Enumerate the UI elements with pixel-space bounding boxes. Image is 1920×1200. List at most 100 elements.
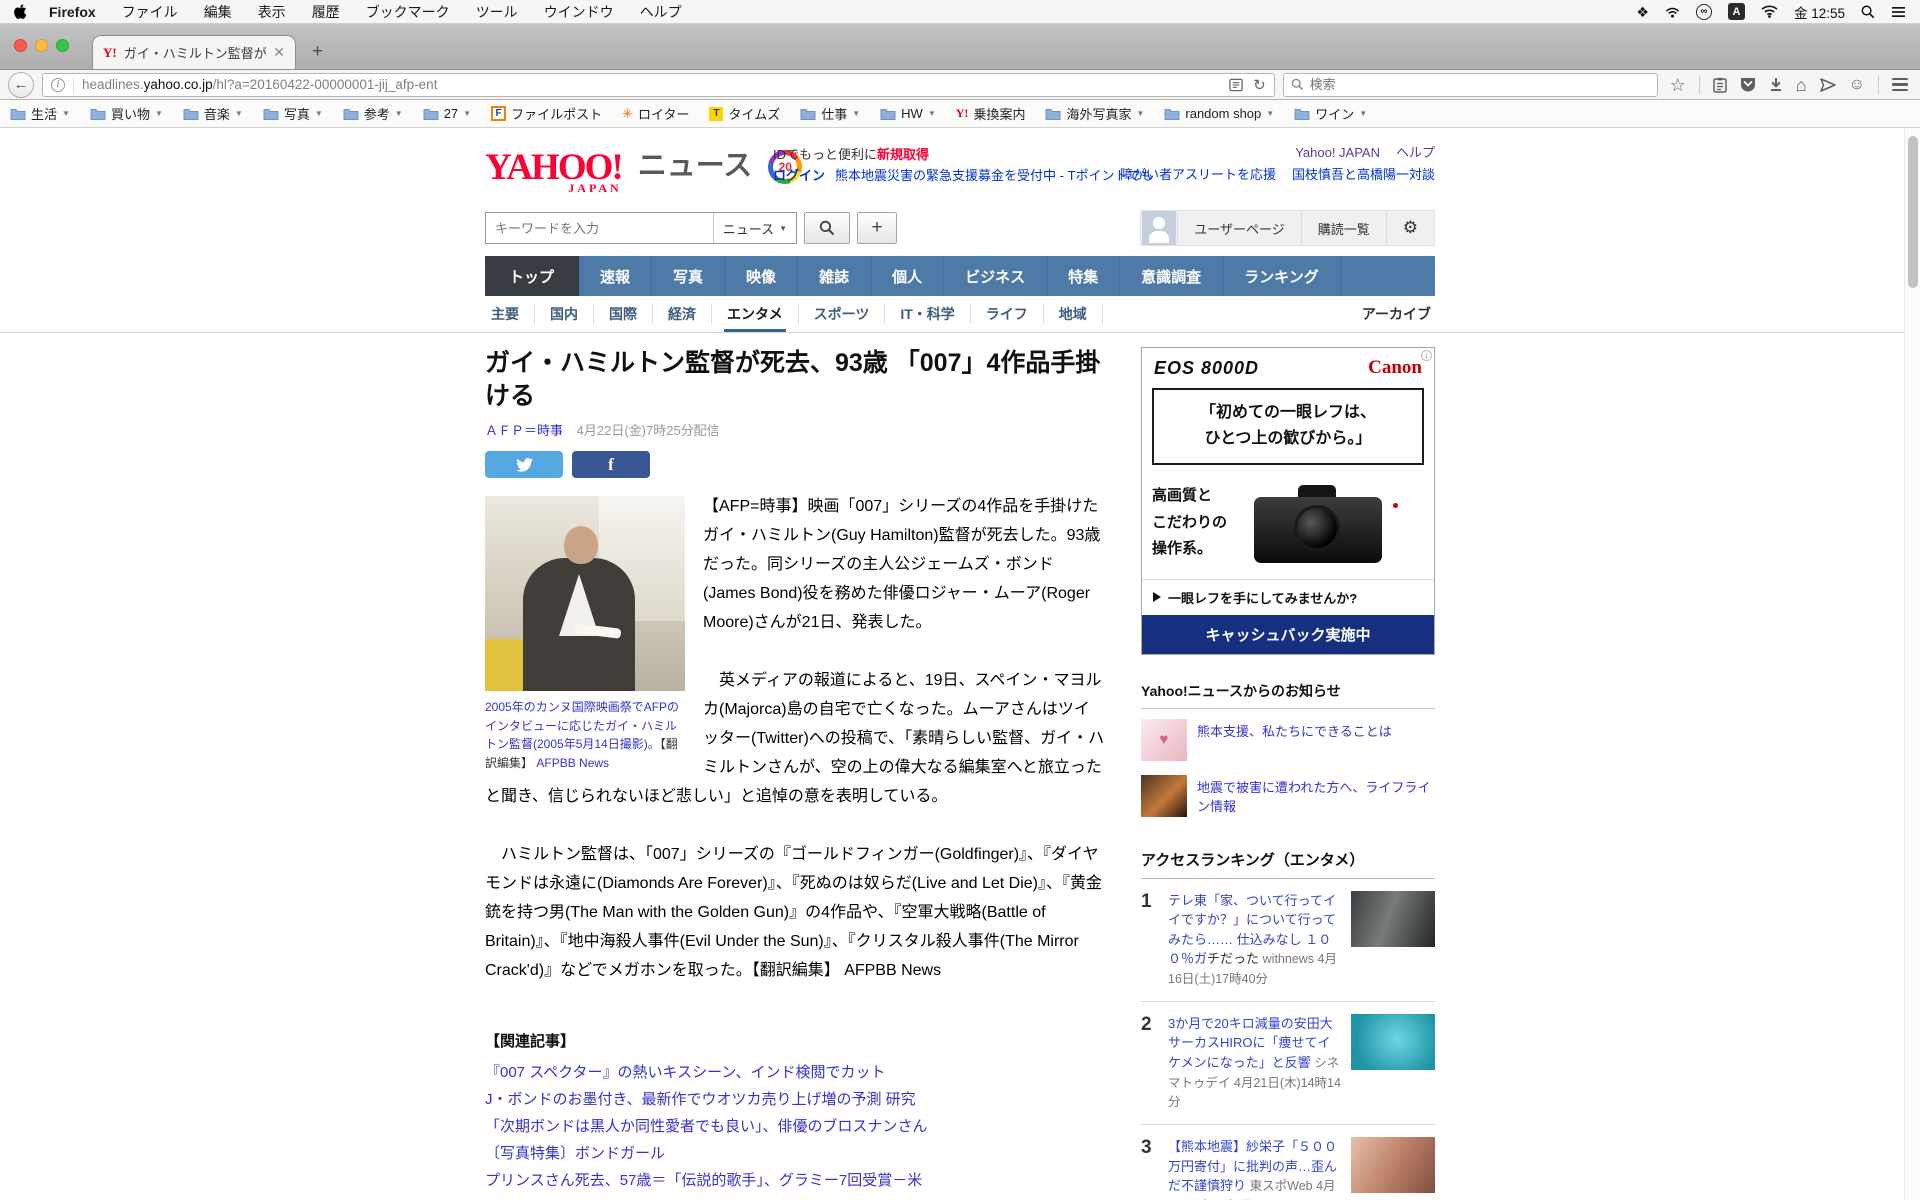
notice-link[interactable]: 地震で被害に遭われた方へ、ライフライン情報 — [1197, 775, 1435, 817]
related-link[interactable]: 〔写真特集〕ボンドガール — [485, 1140, 1105, 1167]
scrollbar-thumb[interactable] — [1908, 136, 1918, 288]
spotlight-icon[interactable] — [1861, 5, 1875, 19]
bookmark-star-icon[interactable]: ☆ — [1670, 76, 1686, 94]
userpage-link[interactable]: ユーザーページ — [1177, 211, 1300, 245]
yahoo-japan-logo[interactable]: YAHOO! JAPAN — [485, 151, 622, 184]
bookmark-folder-photo[interactable]: 写真▼ — [263, 104, 323, 123]
tab-top[interactable]: トップ — [485, 256, 579, 296]
caption-source-link[interactable]: AFPBB News — [536, 756, 609, 770]
facebook-share-button[interactable]: f — [572, 451, 650, 478]
subnav-entertainment[interactable]: エンタメ — [712, 304, 799, 324]
tab-personal[interactable]: 個人 — [871, 256, 944, 296]
tab-business[interactable]: ビジネス — [944, 256, 1047, 296]
feedback-smiley-icon[interactable]: ☺ — [1849, 77, 1865, 93]
ranking-thumbnail[interactable] — [1351, 1137, 1435, 1193]
subnav-sports[interactable]: スポーツ — [799, 304, 886, 324]
close-window-button[interactable] — [14, 39, 27, 52]
apple-menu-icon[interactable] — [14, 4, 27, 19]
menubar-item-view[interactable]: 表示 — [258, 2, 286, 22]
article-photo[interactable] — [485, 496, 685, 691]
ad-cashback-banner[interactable]: キャッシュバック実施中 — [1142, 615, 1434, 654]
twitter-share-button[interactable] — [485, 451, 563, 478]
creative-cloud-icon[interactable]: ∞ — [1696, 4, 1712, 20]
minimize-window-button[interactable] — [35, 39, 48, 52]
search-submit-button[interactable] — [804, 212, 850, 244]
tab-sokuho[interactable]: 速報 — [579, 256, 652, 296]
register-link[interactable]: 新規取得 — [877, 147, 929, 162]
athlete-support-link[interactable]: 障がい者アスリートを応援 — [1120, 167, 1276, 182]
tab-ranking[interactable]: ランキング — [1223, 256, 1341, 296]
input-method-icon[interactable]: A — [1728, 3, 1745, 20]
pocket-icon[interactable] — [1740, 77, 1756, 92]
yahoo-japan-link[interactable]: Yahoo! JAPAN — [1295, 145, 1380, 160]
avatar[interactable] — [1142, 211, 1176, 245]
related-link[interactable]: 『007 スペクター』の熱いキスシーン、インド検閲でカット — [485, 1059, 1105, 1086]
article-source-link[interactable]: ＡＦＰ＝時事 — [485, 423, 563, 438]
bookmark-folder-shopping[interactable]: 買い物▼ — [90, 104, 163, 123]
subnav-local[interactable]: 地域 — [1044, 304, 1103, 324]
notice-thumbnail[interactable] — [1141, 775, 1187, 817]
login-link[interactable]: ログイン — [773, 168, 825, 183]
subscriptions-link[interactable]: 購読一覧 — [1301, 211, 1386, 245]
url-bar[interactable]: i headlines.yahoo.co.jp/hl?a=20160422-00… — [42, 73, 1275, 97]
site-info-icon[interactable]: i — [51, 78, 65, 92]
menubar-item-window[interactable]: ウインドウ — [544, 2, 614, 22]
keyboard-wifi-icon[interactable] — [1665, 6, 1680, 18]
subnav-life[interactable]: ライフ — [971, 304, 1044, 324]
related-link[interactable]: 「次期ボンドは黒人か同性愛者でも良い」、俳優のブロスナンさん — [485, 1113, 1105, 1140]
bookmark-reuters[interactable]: ✳ロイター — [622, 104, 689, 123]
url-text[interactable]: headlines.yahoo.co.jp/hl?a=20160422-0000… — [82, 77, 1221, 92]
news-logo-label[interactable]: ニュース — [638, 142, 753, 184]
photo-caption-link[interactable]: 2005年のカンヌ国際映画祭でAFPのインタビューに応じたガイ・ハミルトン監督(… — [485, 700, 679, 751]
notice-link[interactable]: 熊本支援、私たちにできることは — [1197, 719, 1392, 742]
bookmark-folder-27[interactable]: 27▼ — [423, 106, 471, 121]
tab-special[interactable]: 特集 — [1047, 256, 1120, 296]
ad-cta[interactable]: 一眼レフを手にしてみませんか? — [1142, 579, 1434, 615]
subnav-archive[interactable]: アーカイブ — [1362, 304, 1435, 324]
subnav-world[interactable]: 国際 — [594, 304, 653, 324]
add-tab-button[interactable]: + — [857, 212, 897, 244]
wifi-icon[interactable] — [1761, 5, 1778, 18]
tab-close-icon[interactable]: ✕ — [273, 44, 285, 61]
reader-mode-icon[interactable] — [1229, 78, 1243, 92]
menubar-clock[interactable]: 金 12:55 — [1794, 2, 1845, 22]
tab-magazine[interactable]: 雑誌 — [798, 256, 871, 296]
menubar-item-bookmarks[interactable]: ブックマーク — [366, 2, 450, 22]
ad-info-icon[interactable]: i — [1421, 350, 1432, 361]
bookmark-folder-hw[interactable]: HW▼ — [880, 106, 936, 121]
menubar-item-help[interactable]: ヘルプ — [640, 2, 682, 22]
menubar-item-firefox[interactable]: Firefox — [49, 4, 96, 20]
download-icon[interactable] — [1769, 77, 1783, 92]
related-link[interactable]: プリンスさん死去、57歳＝「伝説的歌手」、グラミー7回受賞－米 — [485, 1167, 1105, 1194]
search-category-dropdown[interactable]: ニュース▼ — [713, 213, 796, 243]
ranking-link[interactable]: 3か月で20キロ減量の安田大サーカスHIROに「痩せてイケメンになった」と反響 — [1168, 1016, 1333, 1070]
bookmark-folder-reference[interactable]: 参考▼ — [343, 104, 403, 123]
help-link[interactable]: ヘルプ — [1396, 145, 1435, 160]
subnav-it-science[interactable]: IT・科学 — [885, 304, 970, 324]
reload-icon[interactable]: ↻ — [1253, 76, 1266, 94]
subnav-main[interactable]: 主要 — [485, 304, 535, 324]
dropbox-icon[interactable]: ❖ — [1636, 5, 1649, 19]
tab-photos[interactable]: 写真 — [652, 256, 725, 296]
gear-icon[interactable]: ⚙ — [1386, 211, 1434, 245]
keyword-search-input[interactable] — [486, 221, 713, 236]
interview-link[interactable]: 国枝慎吾と高橋陽一対談 — [1292, 167, 1435, 182]
bookmark-times[interactable]: Tタイムズ — [709, 104, 780, 123]
new-tab-button[interactable]: + — [312, 41, 323, 63]
back-button[interactable]: ← — [8, 72, 34, 98]
tab-video[interactable]: 映像 — [725, 256, 798, 296]
bookmark-folder-randomshop[interactable]: random shop▼ — [1164, 106, 1274, 121]
notice-thumbnail[interactable]: ♥ — [1141, 719, 1187, 761]
tab-opinion[interactable]: 意識調査 — [1120, 256, 1223, 296]
menubar-item-file[interactable]: ファイル — [122, 2, 178, 22]
bookmark-folder-wine[interactable]: ワイン▼ — [1294, 104, 1367, 123]
browser-search-input[interactable] — [1310, 77, 1650, 92]
canon-ad[interactable]: i EOS 8000D Canon 「初めての一眼レフは、 ひとつ上の歓びから。… — [1141, 347, 1435, 655]
subnav-domestic[interactable]: 国内 — [535, 304, 594, 324]
keyword-search-box[interactable]: ニュース▼ — [485, 212, 797, 244]
ranking-thumbnail[interactable] — [1351, 1014, 1435, 1070]
bookmark-folder-photographers[interactable]: 海外写真家▼ — [1045, 104, 1144, 123]
bookmark-folder-life[interactable]: 生活▼ — [10, 104, 70, 123]
bookmark-folder-work[interactable]: 仕事▼ — [800, 104, 860, 123]
notification-center-icon[interactable] — [1891, 6, 1906, 18]
